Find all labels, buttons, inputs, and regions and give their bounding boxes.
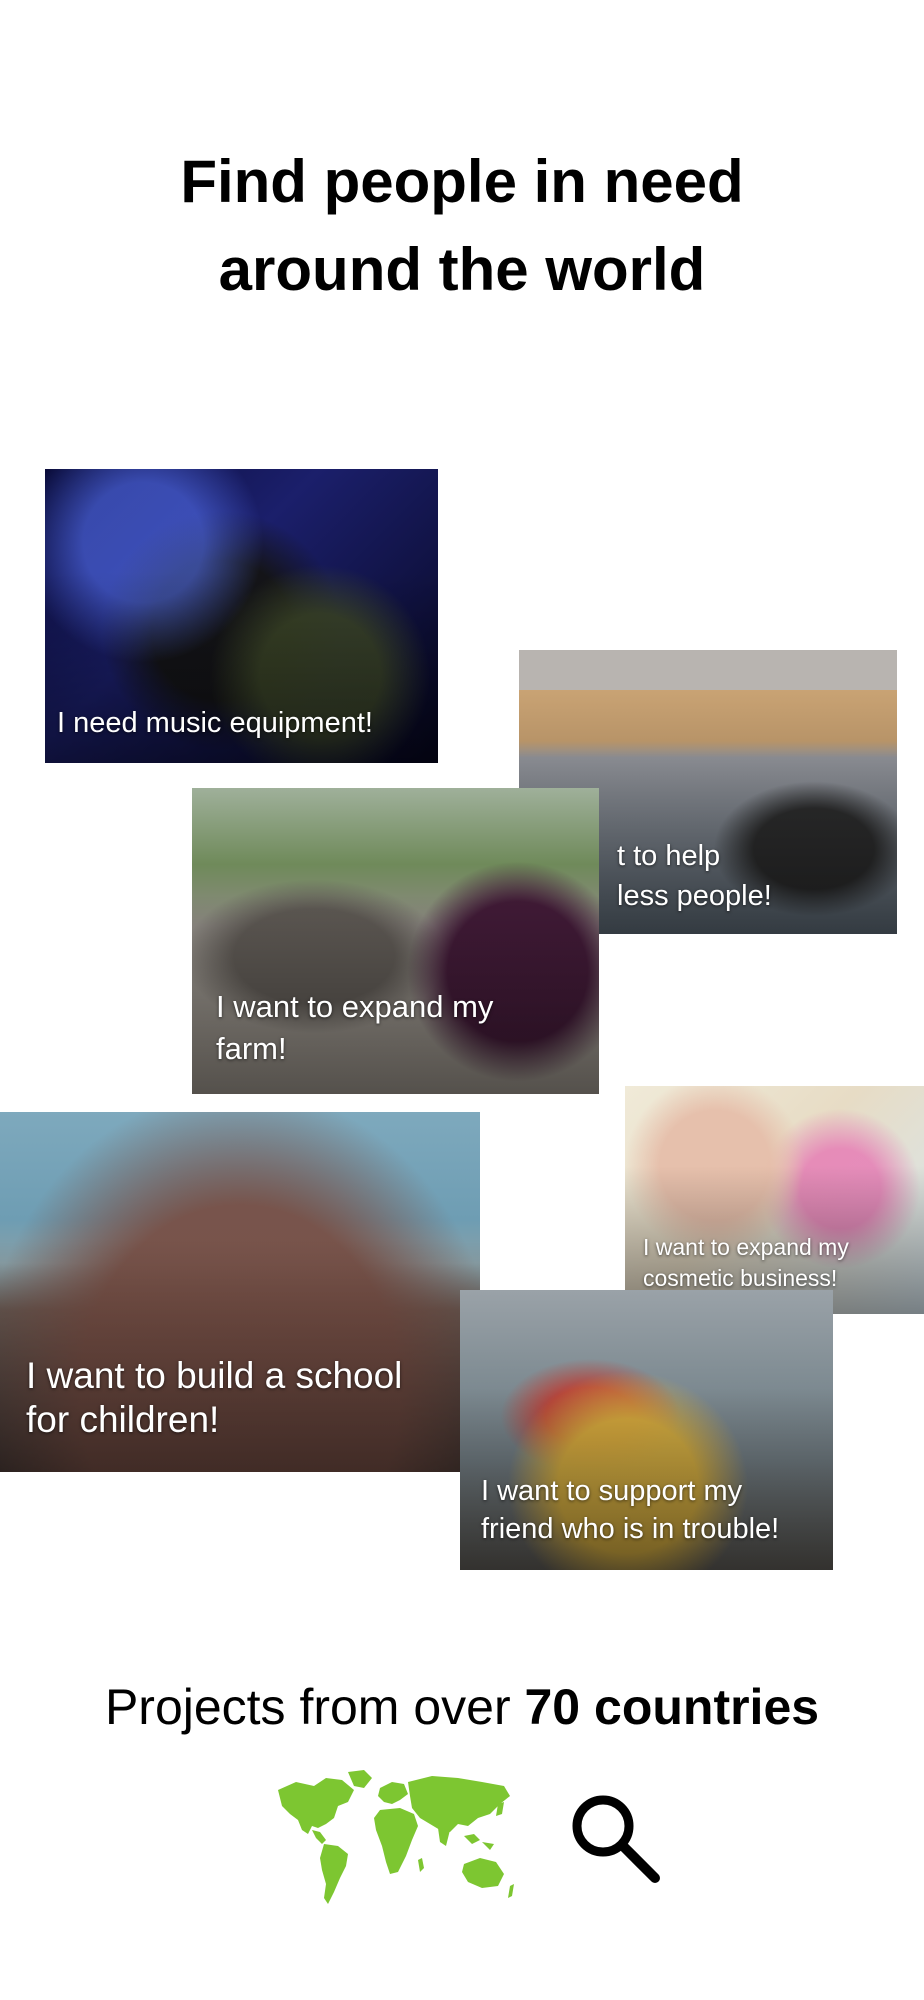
- project-caption: t to help less people!: [617, 836, 887, 916]
- project-caption: I want to expand my farm!: [216, 986, 589, 1070]
- countries-heading: Projects from over 70 countries: [0, 1675, 924, 1739]
- caption-line: I want to expand my: [216, 989, 494, 1024]
- caption-line: less people!: [617, 880, 772, 912]
- caption-line: for children!: [26, 1399, 220, 1440]
- page: Find people in need around the world I n…: [0, 0, 924, 2000]
- project-caption: I want to expand my cosmetic business!: [643, 1232, 914, 1294]
- caption-line: I need music equipment!: [57, 707, 373, 739]
- countries-prefix: Projects from over: [104, 1679, 525, 1735]
- project-caption: I need music equipment!: [57, 705, 428, 741]
- project-caption: I want to support my friend who is in tr…: [481, 1472, 823, 1548]
- world-map-icon[interactable]: [268, 1768, 516, 1908]
- project-card-cosmetic[interactable]: I want to expand my cosmetic business!: [625, 1086, 924, 1314]
- project-card-music[interactable]: I need music equipment!: [45, 469, 438, 763]
- project-caption: I want to build a school for children!: [26, 1354, 470, 1442]
- caption-line: friend who is in trouble!: [481, 1513, 780, 1545]
- project-card-friend[interactable]: I want to support my friend who is in tr…: [460, 1290, 833, 1570]
- caption-line: t to help: [617, 840, 721, 872]
- page-title: Find people in need around the world: [0, 138, 924, 314]
- caption-line: I want to support my: [481, 1475, 743, 1507]
- caption-line: I want to build a school: [26, 1355, 403, 1396]
- headline-line-2: around the world: [218, 236, 706, 303]
- search-icon[interactable]: [565, 1788, 665, 1888]
- project-card-school[interactable]: I want to build a school for children!: [0, 1112, 480, 1472]
- headline-line-1: Find people in need: [180, 148, 744, 215]
- caption-line: I want to expand my: [643, 1234, 849, 1260]
- project-card-farm[interactable]: I want to expand my farm!: [192, 788, 599, 1094]
- countries-count: 70 countries: [524, 1679, 820, 1735]
- caption-line: farm!: [216, 1031, 287, 1066]
